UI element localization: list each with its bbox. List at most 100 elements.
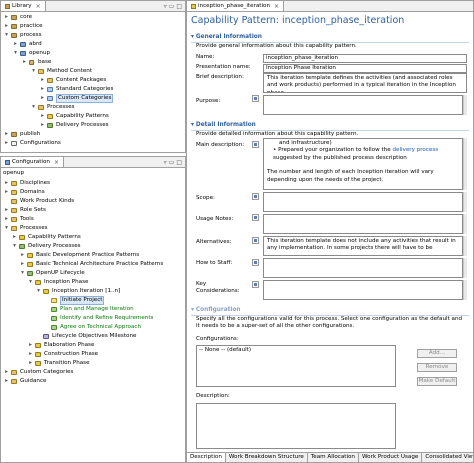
configuration-description-field[interactable] <box>196 403 396 449</box>
close-icon[interactable]: × <box>54 159 59 166</box>
collapsed-twisty-icon[interactable]: ▸ <box>27 350 34 359</box>
tree-item[interactable]: ▸ Tools <box>1 215 185 224</box>
collapsed-twisty-icon[interactable]: ▸ <box>39 112 46 121</box>
tree-item[interactable]: ▸ practice <box>1 22 185 31</box>
collapsed-twisty-icon[interactable]: ▸ <box>27 359 34 368</box>
remove-button[interactable]: Remove <box>417 363 457 372</box>
how-to-staff-field[interactable] <box>263 258 463 278</box>
purpose-scrollbar[interactable] <box>463 95 467 115</box>
tree-item[interactable]: ▾ Processes <box>1 103 185 112</box>
tree-item[interactable]: ▸ Elaboration Phase <box>1 341 185 350</box>
brief-description-field[interactable]: This iteration template defines the acti… <box>263 73 467 93</box>
collapsed-twisty-icon[interactable]: ▸ <box>11 233 18 242</box>
tree-item[interactable]: ▸ Basic Development Practice Patterns <box>1 251 185 260</box>
page-tab[interactable]: Team Allocation <box>307 453 359 462</box>
view-menu-icon[interactable]: ▿ <box>164 3 167 10</box>
editor-tab[interactable]: inception_phase_iteration × <box>187 1 285 11</box>
tree-item[interactable]: ▾ Processes <box>1 224 185 233</box>
tree-item[interactable]: ▸ Capability Patterns <box>1 112 185 121</box>
expanded-twisty-icon[interactable]: ▾ <box>12 49 19 58</box>
collapse-icon[interactable]: ▾ <box>191 122 194 128</box>
expanded-twisty-icon[interactable]: ▾ <box>27 278 34 287</box>
collapsed-twisty-icon[interactable]: ▸ <box>19 251 26 260</box>
collapse-icon[interactable]: ▾ <box>191 307 194 313</box>
collapsed-twisty-icon[interactable]: ▸ <box>3 13 10 22</box>
collapsed-twisty-icon[interactable]: ▸ <box>3 130 10 139</box>
collapsed-twisty-icon[interactable]: ▸ <box>3 188 10 197</box>
collapsed-twisty-icon[interactable]: ▸ <box>39 85 46 94</box>
key-considerations-field[interactable] <box>263 280 463 300</box>
tree-item[interactable]: ▸ Content Packages <box>1 76 185 85</box>
name-field[interactable]: inception_phase_iteration <box>263 54 467 63</box>
tree-item[interactable]: ▸ core <box>1 13 185 22</box>
presentation-name-field[interactable]: Inception Phase Iteration <box>263 64 467 73</box>
collapsed-twisty-icon[interactable]: ▸ <box>12 40 19 49</box>
tree-item[interactable]: ▸ Disciplines <box>1 179 185 188</box>
tree-item[interactable]: ▾ Inception Phase <box>1 278 185 287</box>
collapsed-twisty-icon[interactable]: ▸ <box>39 76 46 85</box>
tree-item[interactable]: ▸ Construction Phase <box>1 350 185 359</box>
tree-item[interactable]: ▸ Delivery Processes <box>1 121 185 130</box>
maximize-icon[interactable]: □ <box>176 159 182 166</box>
collapsed-twisty-icon[interactable]: ▸ <box>39 94 46 103</box>
how-to-staff-scrollbar[interactable] <box>463 258 467 278</box>
usage-notes-scrollbar[interactable] <box>463 214 467 234</box>
expanded-twisty-icon[interactable]: ▾ <box>3 224 10 233</box>
expanded-twisty-icon[interactable]: ▾ <box>30 103 37 112</box>
collapsed-twisty-icon[interactable]: ▸ <box>3 22 10 31</box>
tree-item[interactable]: Initiate Project <box>1 296 185 305</box>
collapsed-twisty-icon[interactable]: ▸ <box>3 179 10 188</box>
tree-item[interactable]: Lifecycle Objectives Milestone <box>1 332 185 341</box>
add-button[interactable]: Add... <box>417 349 457 358</box>
tree-item[interactable]: ▸ Domains <box>1 188 185 197</box>
page-tab[interactable]: Description <box>187 453 226 462</box>
tree-item[interactable]: Plan and Manage Iteration <box>1 305 185 314</box>
alternatives-scrollbar[interactable] <box>463 236 467 256</box>
main-description-scrollbar[interactable] <box>463 138 467 190</box>
tree-item[interactable]: ▾ openup <box>1 49 185 58</box>
tree-item[interactable]: ▸ Basic Technical Architecture Practice P… <box>1 260 185 269</box>
configuration-tab[interactable]: Configuration × <box>1 157 64 167</box>
page-tab[interactable]: Work Product Usage <box>358 453 423 462</box>
tree-item[interactable]: ▸ Custom Categories <box>1 94 185 103</box>
configuration-section-header[interactable]: ▾ Configuration <box>191 307 241 313</box>
key-considerations-scrollbar[interactable] <box>463 280 467 300</box>
tree-item[interactable]: ▾ Inception Iteration [1..n] <box>1 287 185 296</box>
library-tab[interactable]: Library × <box>1 1 46 11</box>
expanded-twisty-icon[interactable]: ▾ <box>3 31 10 40</box>
tree-item[interactable]: ▸ Role Sets <box>1 206 185 215</box>
tree-item[interactable]: ▾ OpenUP Lifecycle <box>1 269 185 278</box>
tree-item[interactable]: ▾ process <box>1 31 185 40</box>
view-menu-icon[interactable]: ▿ <box>164 159 167 166</box>
detail-section-header[interactable]: ▾ Detail Information <box>191 122 256 128</box>
tree-item[interactable]: ▸ publish <box>1 130 185 139</box>
rich-text-editor-icon[interactable] <box>252 193 259 200</box>
tree-item[interactable]: ▸ Guidance <box>1 377 185 386</box>
general-section-header[interactable]: ▾ General Information <box>191 34 262 40</box>
collapsed-twisty-icon[interactable]: ▸ <box>39 121 46 130</box>
tree-item[interactable]: ▸ base <box>1 58 185 67</box>
tree-item[interactable]: Identify and Refine Requirements <box>1 314 185 323</box>
expanded-twisty-icon[interactable]: ▾ <box>19 269 26 278</box>
scope-scrollbar[interactable] <box>463 192 467 212</box>
rich-text-editor-icon[interactable] <box>252 95 259 102</box>
collapsed-twisty-icon[interactable]: ▸ <box>3 215 10 224</box>
configurations-list[interactable]: -- None -- (default) <box>196 345 396 387</box>
rich-text-editor-icon[interactable] <box>252 141 259 148</box>
collapsed-twisty-icon[interactable]: ▸ <box>27 341 34 350</box>
rich-text-editor-icon[interactable] <box>252 281 259 288</box>
usage-notes-field[interactable] <box>263 214 463 234</box>
collapsed-twisty-icon[interactable]: ▸ <box>21 58 28 67</box>
tree-item[interactable]: ▸ abrd <box>1 40 185 49</box>
rich-text-editor-icon[interactable] <box>252 259 259 266</box>
rich-text-editor-icon[interactable] <box>252 214 259 221</box>
collapsed-twisty-icon[interactable]: ▸ <box>19 260 26 269</box>
tree-item[interactable]: ▸ Configurations <box>1 139 185 148</box>
page-tab[interactable]: Consolidated View <box>422 453 473 462</box>
purpose-field[interactable] <box>263 95 463 115</box>
list-item[interactable]: -- None -- (default) <box>199 347 393 353</box>
scope-field[interactable] <box>263 192 463 212</box>
collapsed-twisty-icon[interactable]: ▸ <box>3 206 10 215</box>
tree-item[interactable]: ▸ Capability Patterns <box>1 233 185 242</box>
collapsed-twisty-icon[interactable]: ▸ <box>3 368 10 377</box>
